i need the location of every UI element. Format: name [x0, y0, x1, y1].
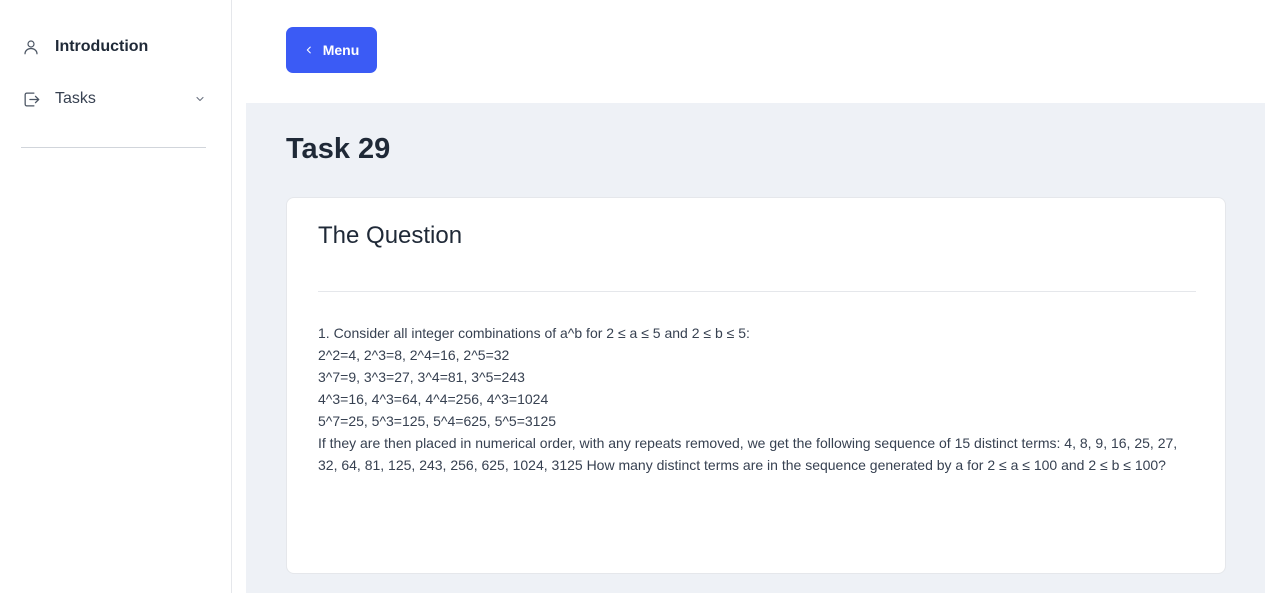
sidebar-item-introduction[interactable]: Introduction: [21, 32, 207, 62]
card-divider: [318, 291, 1196, 292]
question-line: If they are then placed in numerical ord…: [318, 435, 1178, 473]
question-line: 5^7=25, 5^3=125, 5^4=625, 5^5=3125: [318, 413, 557, 429]
sidebar-item-tasks[interactable]: Tasks: [21, 84, 207, 114]
menu-button[interactable]: Menu: [286, 27, 377, 73]
sidebar: Introduction Tasks: [0, 0, 232, 593]
question-text: 1. Consider all integer combinations of …: [318, 322, 1178, 476]
chevron-down-icon[interactable]: [193, 92, 207, 106]
chevron-left-icon: [304, 44, 314, 56]
sidebar-item-label: Tasks: [55, 90, 96, 107]
sidebar-divider: [21, 147, 206, 148]
question-card: The Question 1. Consider all integer com…: [286, 197, 1226, 574]
user-icon: [21, 37, 41, 57]
card-title: The Question: [318, 222, 463, 249]
page-title: Task 29: [286, 133, 391, 165]
question-line: 2^2=4, 2^3=8, 2^4=16, 2^5=32: [318, 347, 510, 363]
main-content: Task 29 The Question 1. Consider all int…: [246, 103, 1265, 593]
top-bar: Menu: [246, 0, 1265, 103]
menu-button-label: Menu: [322, 42, 360, 58]
question-line: 4^3=16, 4^3=64, 4^4=256, 4^3=1024: [318, 391, 549, 407]
sidebar-item-label: Introduction: [55, 38, 149, 55]
tasks-icon: [21, 89, 41, 109]
question-line: 3^7=9, 3^3=27, 3^4=81, 3^5=243: [318, 369, 525, 385]
question-line: 1. Consider all integer combinations of …: [318, 325, 750, 341]
